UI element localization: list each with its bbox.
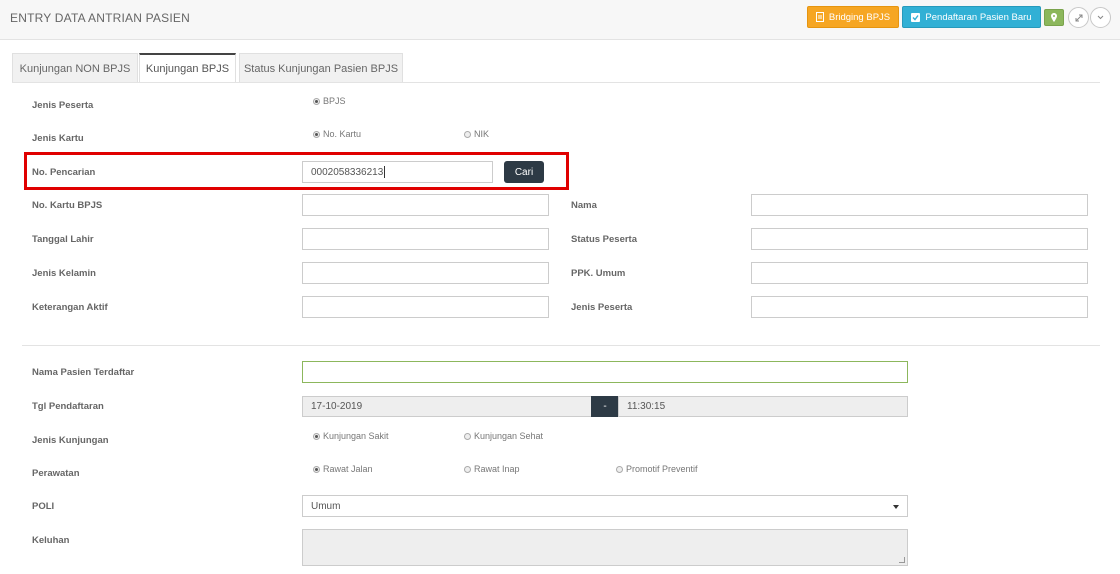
expand-button[interactable] [1068,7,1089,28]
jam-pendaftaran-input[interactable]: 11:30:15 [618,396,908,417]
page-header: ENTRY DATA ANTRIAN PASIEN Bridging BPJS … [0,0,1120,40]
location-button[interactable] [1044,9,1064,26]
jam-pendaftaran-value: 11:30:15 [627,401,666,412]
tab-kunjungan-non-bpjs[interactable]: Kunjungan NON BPJS [12,53,138,83]
tanggal-lahir-label: Tanggal Lahir [32,234,94,245]
map-marker-icon [1051,13,1057,22]
perawatan-label: Perawatan [32,468,80,479]
nama-label: Nama [571,200,597,211]
radio-promotif-preventif[interactable]: Promotif Preventif [616,464,698,474]
page-title: ENTRY DATA ANTRIAN PASIEN [10,11,190,25]
nama-input[interactable] [751,194,1088,216]
radio-dot [313,97,320,105]
radio-no-kartu-label: No. Kartu [323,129,362,139]
keterangan-aktif-input[interactable] [302,296,549,318]
radio-rawat-jalan[interactable]: Rawat Jalan [313,464,373,474]
poli-label: POLI [32,501,55,512]
cari-button[interactable]: Cari [504,161,544,183]
radio-kunjungan-sehat[interactable]: Kunjungan Sehat [464,431,543,441]
tab-status-kunjungan[interactable]: Status Kunjungan Pasien BPJS [239,53,403,83]
radio-kunjungan-sakit[interactable]: Kunjungan Sakit [313,431,389,441]
radio-promotif-preventif-label: Promotif Preventif [626,464,698,474]
poli-select[interactable]: Umum [302,495,908,517]
nama-pasien-label: Nama Pasien Terdaftar [32,367,135,378]
radio-dot [313,432,320,440]
expand-icon [1075,14,1082,21]
no-kartu-bpjs-input[interactable] [302,194,549,216]
caret-down-icon [893,505,899,509]
jenis-peserta-2-input[interactable] [751,296,1088,318]
radio-no-kartu[interactable]: No. Kartu [313,129,361,139]
document-icon [815,12,824,22]
radio-nik[interactable]: NIK [464,129,489,139]
collapse-button[interactable] [1090,7,1111,28]
checkbox-icon [911,12,921,22]
no-pencarian-input[interactable]: 0002058336213 [302,161,493,183]
radio-kunjungan-sehat-label: Kunjungan Sehat [474,431,544,441]
radio-rawat-inap[interactable]: Rawat Inap [464,464,520,474]
radio-dot [464,432,471,440]
resize-handle-icon[interactable] [899,557,905,563]
tgl-pendaftaran-label: Tgl Pendaftaran [32,401,104,412]
radio-bpjs[interactable]: BPJS [313,96,346,106]
no-pencarian-value: 0002058336213 [311,166,384,178]
no-kartu-bpjs-label: No. Kartu BPJS [32,200,103,211]
radio-rawat-jalan-label: Rawat Jalan [323,464,373,474]
jenis-kartu-label: Jenis Kartu [32,133,84,144]
nama-pasien-input[interactable] [302,361,908,383]
radio-dot [616,465,623,473]
jenis-kunjungan-label: Jenis Kunjungan [32,435,109,446]
radio-dot [313,465,320,473]
tanggal-lahir-input[interactable] [302,228,549,250]
jenis-kelamin-input[interactable] [302,262,549,284]
keterangan-aktif-label: Keterangan Aktif [32,302,108,313]
tgl-pendaftaran-input[interactable]: 17-10-2019 [302,396,592,417]
bridging-bpjs-button[interactable]: Bridging BPJS [807,6,899,28]
radio-dot [464,130,471,138]
poli-value: Umum [311,500,341,512]
text-caret [384,166,386,178]
ppk-umum-label: PPK. Umum [571,268,626,279]
pendaftaran-pasien-baru-label: Pendaftaran Pasien Baru [925,11,1032,23]
bridging-bpjs-label: Bridging BPJS [828,11,891,23]
radio-nik-label: NIK [474,129,490,139]
radio-bpjs-label: BPJS [323,96,346,106]
ppk-umum-input[interactable] [751,262,1088,284]
status-peserta-label: Status Peserta [571,234,638,245]
jenis-peserta-2-label: Jenis Peserta [571,302,633,313]
tab-divider [12,82,1100,83]
tab-kunjungan-bpjs[interactable]: Kunjungan BPJS [139,53,236,83]
jenis-peserta-label: Jenis Peserta [32,100,94,111]
radio-dot [464,465,471,473]
status-peserta-input[interactable] [751,228,1088,250]
radio-kunjungan-sakit-label: Kunjungan Sakit [323,431,389,441]
section-divider [22,345,1100,346]
radio-rawat-inap-label: Rawat Inap [474,464,520,474]
keluhan-label: Keluhan [32,535,70,546]
chevron-down-icon [1097,15,1104,20]
jenis-kelamin-label: Jenis Kelamin [32,268,96,279]
date-time-separator: - [591,396,619,417]
radio-dot [313,130,320,138]
no-pencarian-label: No. Pencarian [32,167,96,178]
tgl-pendaftaran-value: 17-10-2019 [311,401,363,412]
pendaftaran-pasien-baru-button[interactable]: Pendaftaran Pasien Baru [902,6,1041,28]
keluhan-textarea[interactable] [302,529,908,566]
